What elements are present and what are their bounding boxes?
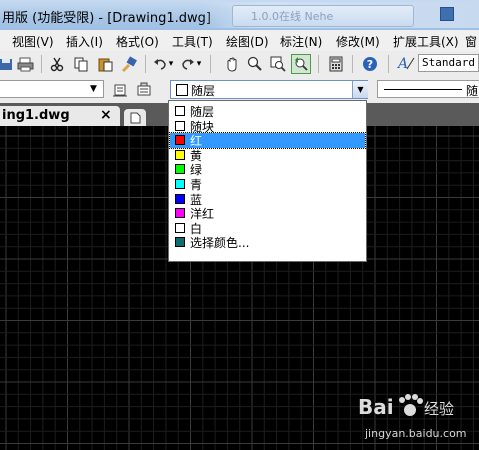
color-swatch [175, 135, 185, 146]
watermark-brand-bai: Bai [358, 395, 394, 419]
new-tab-button[interactable] [124, 109, 146, 126]
save-icon[interactable] [0, 54, 16, 74]
paw-icon [399, 394, 423, 416]
linetype-select[interactable]: 随 [377, 80, 479, 98]
separator [388, 55, 389, 73]
layer-select[interactable]: ▼ [0, 80, 104, 98]
text-style-value: Standard [422, 56, 475, 69]
color-swatch [175, 193, 185, 204]
menu-extensions[interactable]: 扩展工具(X) [393, 33, 459, 50]
zoom-realtime-icon[interactable] [245, 54, 265, 74]
redo-dropdown-icon[interactable]: ▾ [194, 54, 204, 74]
baidu-watermark: Bai 经验 [358, 392, 468, 422]
copy-icon[interactable] [71, 54, 91, 74]
print-icon[interactable] [16, 54, 36, 74]
separator [41, 55, 42, 73]
color-option[interactable]: 黄 [170, 148, 365, 163]
linetype-preview [384, 89, 462, 90]
menu-modify[interactable]: 修改(M) [336, 33, 380, 50]
color-swatch [175, 106, 185, 116]
text-style-icon[interactable]: A [396, 54, 415, 72]
menu-bar: 视图(V) 插入(I) 格式(O) 工具(T) 绘图(D) 标注(N) 修改(M… [0, 30, 479, 52]
color-swatch [176, 84, 188, 96]
color-option[interactable]: 随层 [170, 104, 365, 119]
color-option[interactable]: 青 [170, 177, 365, 192]
color-option[interactable]: 蓝 [170, 192, 365, 207]
color-option-label: 选择颜色... [190, 236, 250, 251]
menu-insert[interactable]: 插入(I) [66, 33, 103, 50]
search-hint: 1.0.0在线 Nehe [251, 10, 334, 23]
color-swatch [175, 149, 185, 160]
close-icon[interactable]: × [100, 107, 112, 123]
menu-tools[interactable]: 工具(T) [172, 33, 213, 50]
match-properties-icon[interactable] [119, 54, 139, 74]
color-option[interactable]: 绿 [170, 162, 365, 177]
layer-previous-icon[interactable] [110, 80, 130, 100]
zoom-previous-icon[interactable] [291, 54, 311, 74]
chevron-down-icon[interactable]: ▼ [352, 81, 368, 98]
color-dropdown-list[interactable]: 随层 随块红黄绿青蓝洋红白选择颜色... [168, 100, 367, 262]
color-swatch [175, 222, 185, 233]
color-swatch [175, 237, 185, 248]
help-icon[interactable]: ? [360, 54, 380, 74]
paste-icon[interactable] [95, 54, 115, 74]
menu-view[interactable]: 视图(V) [12, 33, 54, 50]
undo-dropdown-icon[interactable]: ▾ [166, 54, 176, 74]
layer-manager-icon[interactable] [134, 80, 154, 100]
color-swatch [175, 164, 185, 175]
watermark-brand-jingyan: 经验 [424, 400, 454, 418]
menu-draw[interactable]: 绘图(D) [226, 33, 269, 50]
separator [352, 55, 353, 73]
svg-text:?: ? [367, 58, 373, 71]
color-swatch [175, 208, 185, 219]
search-box[interactable]: 1.0.0在线 Nehe [232, 5, 414, 27]
color-swatch [175, 179, 185, 189]
color-value: 随层 [191, 84, 216, 98]
color-option[interactable]: 红 [169, 132, 366, 149]
new-document-icon [130, 112, 141, 123]
document-tab[interactable]: ing1.dwg × [0, 106, 120, 126]
standard-toolbar: ▾ ▾ ? A Standard [0, 51, 479, 78]
pan-icon[interactable] [222, 54, 242, 74]
user-icon[interactable] [440, 7, 454, 21]
separator [210, 55, 211, 73]
color-option[interactable]: 选择颜色... [170, 235, 365, 250]
menu-dimension[interactable]: 标注(N) [280, 33, 322, 50]
menu-window[interactable]: 窗 [465, 33, 477, 50]
zoom-window-icon[interactable] [268, 54, 288, 74]
color-option[interactable]: 洋红 [170, 206, 365, 221]
svg-text:A: A [397, 56, 408, 72]
color-select[interactable]: 随层 ▼ [170, 80, 368, 99]
calculator-icon[interactable] [326, 54, 346, 74]
window-title: 用版 (功能受限) - [Drawing1.dwg] [2, 11, 211, 26]
color-option[interactable]: 白 [170, 221, 365, 236]
text-style-select[interactable]: Standard [418, 54, 479, 72]
document-tab-label: ing1.dwg [2, 108, 70, 123]
chevron-down-icon: ▼ [90, 84, 97, 94]
linetype-value: 随 [466, 84, 479, 98]
watermark-url: jingyan.baidu.com [365, 427, 467, 440]
title-bar: 用版 (功能受限) - [Drawing1.dwg] 1.0.0在线 Nehe [0, 0, 479, 30]
color-swatch [175, 120, 185, 131]
menu-format[interactable]: 格式(O) [116, 33, 159, 50]
separator [318, 55, 319, 73]
color-option[interactable]: 随块 [170, 119, 365, 134]
cut-icon[interactable] [47, 54, 67, 74]
separator [145, 55, 146, 73]
